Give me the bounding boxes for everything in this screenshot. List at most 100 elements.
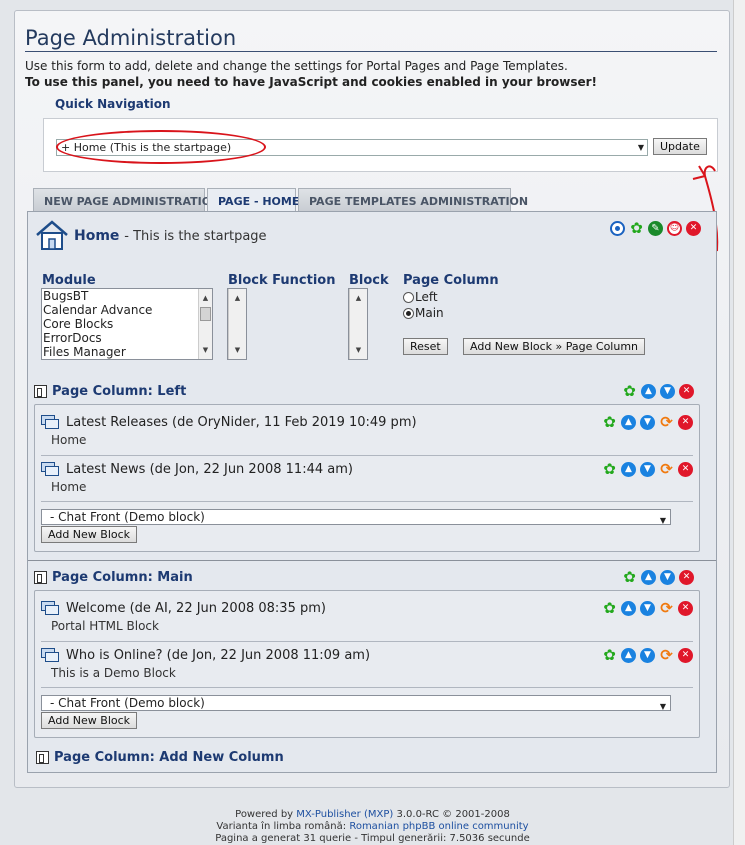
scroll-up-icon[interactable]: ▲ bbox=[350, 291, 367, 305]
module-label: Module bbox=[42, 273, 96, 288]
block-actions: ✿ ▲ ▼ ⟳ ✕ bbox=[602, 415, 693, 430]
list-item[interactable]: Core Blocks bbox=[42, 317, 212, 331]
footer-mxp-link[interactable]: MX-Publisher (MXP) bbox=[296, 809, 393, 820]
page-column-main-box: Welcome (de AI, 22 Jun 2008 08:35 pm) Po… bbox=[34, 590, 700, 738]
add-column-header[interactable]: Page Column: Add New Column bbox=[36, 750, 284, 765]
tab-page-templates-administration[interactable]: PAGE TEMPLATES ADMINISTRATION bbox=[298, 188, 528, 212]
add-column-title[interactable]: Page Column: Add New Column bbox=[54, 750, 284, 765]
block-actions: ✿ ▲ ▼ ⟳ ✕ bbox=[602, 462, 693, 477]
refresh-icon[interactable]: ⟳ bbox=[659, 648, 674, 663]
add-block-select[interactable]: - Chat Front (Demo block) ▼ bbox=[41, 695, 671, 711]
add-block-button[interactable]: Add New Block » Page Column bbox=[463, 338, 646, 355]
home-actions: ✿ ✎ ☺ ✕ bbox=[610, 221, 701, 236]
radio-left-row[interactable]: Left bbox=[403, 290, 438, 304]
user-permissions-icon[interactable]: ☺ bbox=[667, 221, 682, 236]
tab-page-home[interactable]: PAGE - HOME bbox=[207, 188, 299, 213]
move-up-icon[interactable]: ▲ bbox=[621, 415, 636, 430]
footer-version: 3.0.0-RC © 2001-2008 bbox=[396, 809, 510, 820]
refresh-icon[interactable]: ⟳ bbox=[659, 601, 674, 616]
gear-icon[interactable]: ✿ bbox=[622, 384, 637, 399]
target-icon[interactable] bbox=[610, 221, 625, 236]
footer-language: Varianta în limba română: bbox=[216, 821, 347, 832]
list-item[interactable]: Calendar Advance bbox=[42, 303, 212, 317]
radio-left[interactable] bbox=[403, 291, 414, 303]
list-item[interactable]: Files Manager bbox=[42, 345, 212, 359]
footer-line-2: Varianta în limba română: Romanian phpBB… bbox=[0, 821, 745, 833]
page-column-main-title: Page Column: Main bbox=[52, 570, 193, 585]
gear-icon[interactable]: ✿ bbox=[622, 570, 637, 585]
scroll-down-icon[interactable]: ▼ bbox=[199, 343, 212, 357]
footer-community-link[interactable]: Romanian phpBB online community bbox=[349, 821, 528, 832]
refresh-icon[interactable]: ⟳ bbox=[659, 462, 674, 477]
move-up-icon[interactable]: ▲ bbox=[641, 384, 656, 399]
block-title[interactable]: Latest Releases (de OryNider, 11 Feb 201… bbox=[66, 415, 417, 430]
list-item[interactable]: BugsBT bbox=[42, 289, 212, 303]
close-icon[interactable]: ✕ bbox=[686, 221, 701, 236]
block-icon bbox=[41, 415, 61, 430]
close-icon[interactable]: ✕ bbox=[678, 648, 693, 663]
move-up-icon[interactable]: ▲ bbox=[621, 462, 636, 477]
chevron-down-icon: ▼ bbox=[659, 702, 666, 711]
scroll-up-icon[interactable]: ▲ bbox=[229, 291, 246, 305]
gear-icon[interactable]: ✿ bbox=[602, 415, 617, 430]
page-description: Use this form to add, delete and change … bbox=[25, 59, 568, 73]
block-icon bbox=[41, 462, 61, 477]
gear-icon[interactable]: ✿ bbox=[602, 462, 617, 477]
module-scrollbar[interactable]: ▲ ▼ bbox=[198, 289, 212, 359]
page-scrollbar[interactable] bbox=[733, 0, 745, 845]
tab-new-page-administration[interactable]: NEW PAGE ADMINISTRATION bbox=[33, 188, 220, 212]
move-down-icon[interactable]: ▼ bbox=[640, 648, 655, 663]
move-down-icon[interactable]: ▼ bbox=[660, 384, 675, 399]
gear-icon[interactable]: ✿ bbox=[602, 648, 617, 663]
radio-left-label: Left bbox=[415, 290, 438, 304]
scroll-up-icon[interactable]: ▲ bbox=[199, 291, 212, 305]
add-block-select-value: - Chat Front (Demo block) bbox=[50, 696, 205, 710]
page-column-label: Page Column bbox=[403, 273, 499, 288]
block-function-scrollbar[interactable]: ▲ ▼ bbox=[228, 289, 246, 359]
chevron-down-icon: ▼ bbox=[637, 143, 644, 152]
block-title[interactable]: Who is Online? (de Jon, 22 Jun 2008 11:0… bbox=[66, 648, 370, 663]
quick-nav-label: Quick Navigation bbox=[55, 97, 171, 111]
close-icon[interactable]: ✕ bbox=[678, 462, 693, 477]
refresh-icon[interactable]: ⟳ bbox=[659, 415, 674, 430]
block-title-row: Latest News (de Jon, 22 Jun 2008 11:44 a… bbox=[41, 462, 353, 477]
page-title: Page Administration bbox=[25, 26, 237, 50]
move-down-icon[interactable]: ▼ bbox=[640, 601, 655, 616]
move-up-icon[interactable]: ▲ bbox=[621, 601, 636, 616]
close-icon[interactable]: ✕ bbox=[679, 570, 694, 585]
reset-button[interactable]: Reset bbox=[403, 338, 448, 355]
footer-powered-by: Powered by bbox=[235, 809, 294, 820]
block-function-listbox[interactable]: ▲ ▼ bbox=[227, 288, 247, 360]
gear-icon[interactable]: ✿ bbox=[629, 221, 644, 236]
module-listbox[interactable]: BugsBT Calendar Advance Core Blocks Erro… bbox=[41, 288, 213, 360]
close-icon[interactable]: ✕ bbox=[679, 384, 694, 399]
add-block-select[interactable]: - Chat Front (Demo block) ▼ bbox=[41, 509, 671, 525]
scroll-down-icon[interactable]: ▼ bbox=[229, 343, 246, 357]
move-down-icon[interactable]: ▼ bbox=[640, 415, 655, 430]
block-scrollbar[interactable]: ▲ ▼ bbox=[349, 289, 367, 359]
move-up-icon[interactable]: ▲ bbox=[621, 648, 636, 663]
scroll-thumb[interactable] bbox=[200, 307, 211, 321]
move-up-icon[interactable]: ▲ bbox=[641, 570, 656, 585]
close-icon[interactable]: ✕ bbox=[678, 601, 693, 616]
radio-main-row[interactable]: Main bbox=[403, 306, 444, 320]
add-new-block-button[interactable]: Add New Block bbox=[41, 526, 138, 543]
block-item: Who is Online? (de Jon, 22 Jun 2008 11:0… bbox=[41, 648, 693, 684]
block-title[interactable]: Welcome (de AI, 22 Jun 2008 08:35 pm) bbox=[66, 601, 326, 616]
block-listbox[interactable]: ▲ ▼ bbox=[348, 288, 368, 360]
radio-main-label: Main bbox=[415, 306, 444, 320]
block-title[interactable]: Latest News (de Jon, 22 Jun 2008 11:44 a… bbox=[66, 462, 353, 477]
move-down-icon[interactable]: ▼ bbox=[660, 570, 675, 585]
list-item[interactable]: ErrorDocs bbox=[42, 331, 212, 345]
block-function-label: Block Function bbox=[228, 273, 336, 288]
column-separator bbox=[28, 560, 716, 561]
wrench-icon[interactable]: ✎ bbox=[648, 221, 663, 236]
block-icon bbox=[41, 648, 61, 663]
block-item: Latest Releases (de OryNider, 11 Feb 201… bbox=[41, 415, 693, 451]
radio-main[interactable] bbox=[403, 307, 414, 319]
add-new-block-button[interactable]: Add New Block bbox=[41, 712, 138, 729]
scroll-down-icon[interactable]: ▼ bbox=[350, 343, 367, 357]
close-icon[interactable]: ✕ bbox=[678, 415, 693, 430]
move-down-icon[interactable]: ▼ bbox=[640, 462, 655, 477]
gear-icon[interactable]: ✿ bbox=[602, 601, 617, 616]
